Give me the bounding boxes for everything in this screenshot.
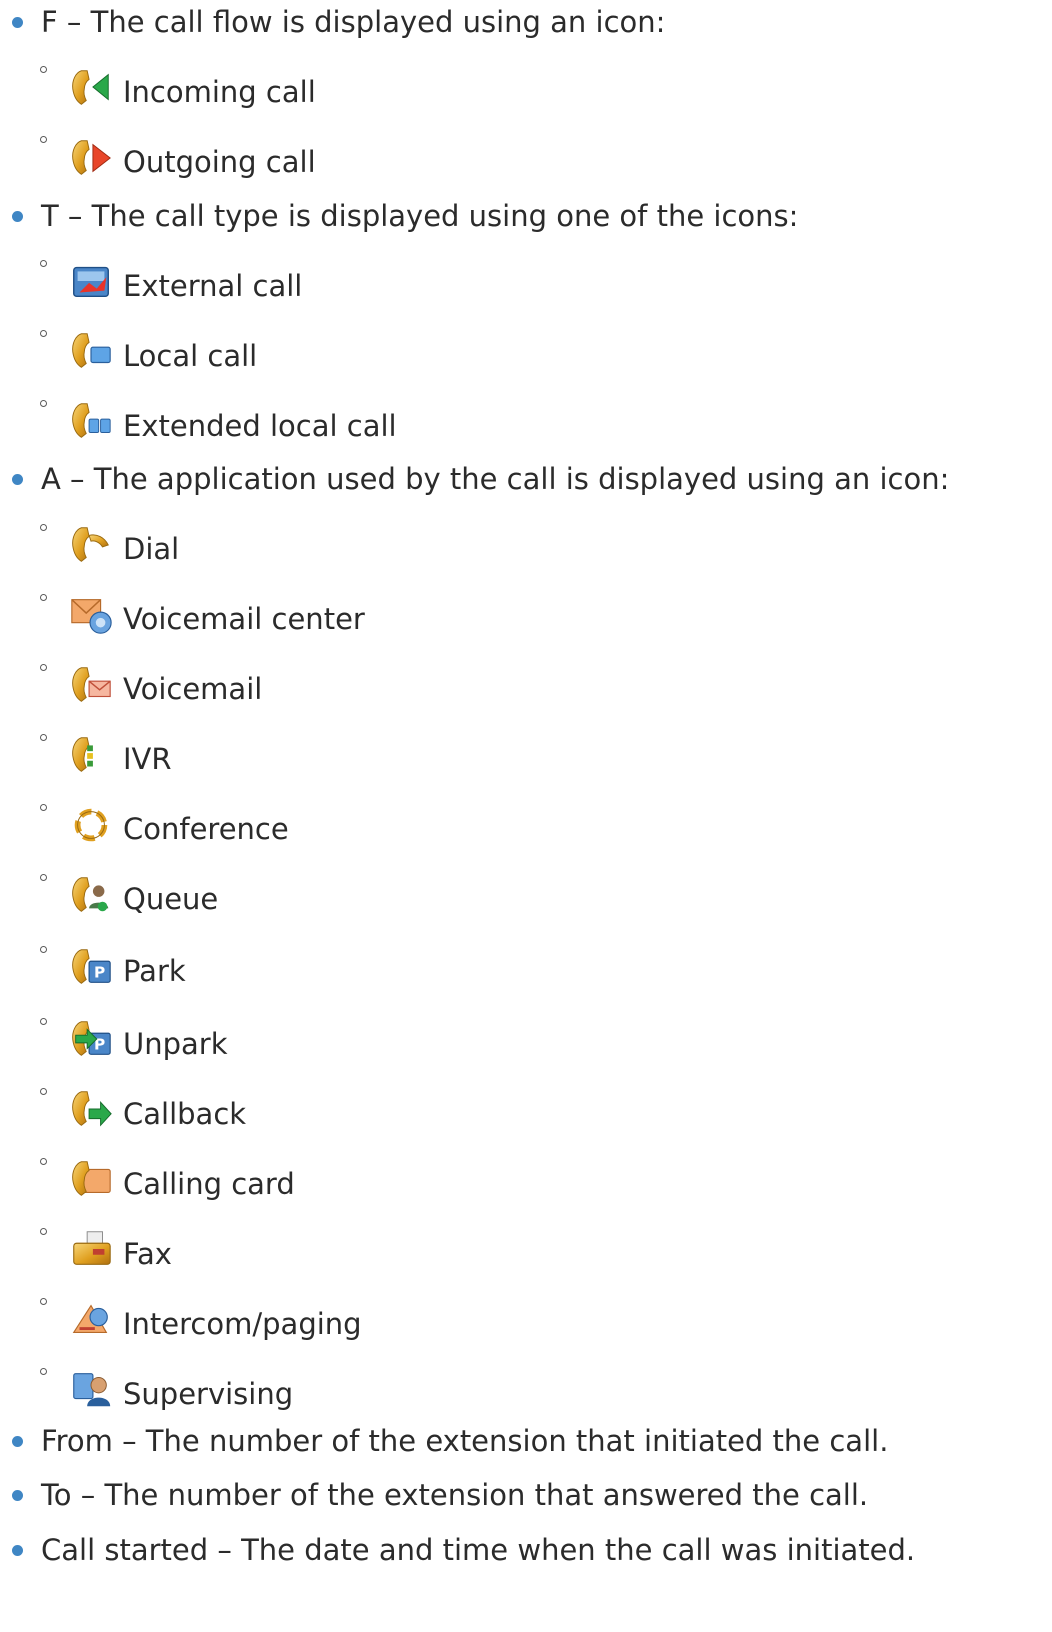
sub-bullet [40,664,47,671]
list-item-fax: Fax [123,1237,172,1271]
bullet [12,474,23,485]
list-item-application: A – The application used by the call is … [41,462,950,496]
sub-bullet [40,1018,47,1025]
list-item-call-flow: F – The call flow is displayed using an … [41,5,666,39]
sub-bullet [40,804,47,811]
dial-icon [72,527,109,562]
list-item-ivr: IVR [123,742,172,776]
sub-bullet [40,260,47,267]
sub-bullet [40,1228,47,1235]
ivr-icon [72,737,93,772]
sub-bullet [40,330,47,337]
list-item-call-type: T – The call type is displayed using one… [41,199,799,233]
list-item-incoming-call: Incoming call [123,75,316,109]
sub-bullet [40,400,47,407]
intercom-paging-icon [72,1304,108,1333]
queue-icon [72,877,109,912]
calling-card-icon [72,1161,111,1196]
list-item-voicemail: Voicemail [123,672,263,706]
callback-icon [72,1091,112,1127]
list-item-external-call: External call [123,269,303,303]
extended-local-call-icon [72,403,111,438]
list-item-callback: Callback [123,1097,247,1131]
bullet [12,1545,23,1556]
list-item-intercom-paging: Intercom/paging [123,1307,362,1341]
svg-text:P: P [94,964,105,982]
sub-bullet [40,66,47,73]
list-item-voicemail-center: Voicemail center [123,602,365,636]
bullet [12,1490,23,1501]
conference-icon [74,808,108,842]
list-item-local-call: Local call [123,339,258,373]
list-item-queue: Queue [123,882,219,916]
sub-bullet [40,524,47,531]
list-item-from: From – The number of the extension that … [41,1424,889,1458]
supervising-icon [73,1373,111,1407]
sub-bullet [40,734,47,741]
sub-bullet [40,136,47,143]
voicemail-icon [72,667,111,702]
outgoing-call-icon [72,140,111,175]
incoming-call-icon [72,70,109,105]
sub-bullet [40,1298,47,1305]
bullet [12,1436,23,1447]
list-item-conference: Conference [123,812,289,846]
list-item-calling-card: Calling card [123,1167,295,1201]
list-item-supervising: Supervising [123,1377,294,1411]
voicemail-center-icon [71,599,112,634]
sub-bullet [40,874,47,881]
external-call-icon [73,266,109,298]
list-item-extended-local-call: Extended local call [123,409,397,443]
bullet [12,17,23,28]
sub-bullet [40,1088,47,1095]
list-item-outgoing-call: Outgoing call [123,145,316,179]
list-item-unpark: Unpark [123,1027,228,1061]
list-item-park: Park [123,954,186,988]
list-item-call-started: Call started – The date and time when th… [41,1533,916,1567]
list-item-dial: Dial [123,532,180,566]
local-call-icon [72,333,111,368]
sub-bullet [40,1368,47,1375]
park-icon: P [72,949,111,984]
bullet [12,211,23,222]
sub-bullet [40,594,47,601]
unpark-icon: P [72,1021,111,1056]
sub-bullet [40,946,47,953]
list-item-to: To – The number of the extension that an… [41,1478,869,1512]
sub-bullet [40,1158,47,1165]
fax-icon [73,1231,111,1265]
